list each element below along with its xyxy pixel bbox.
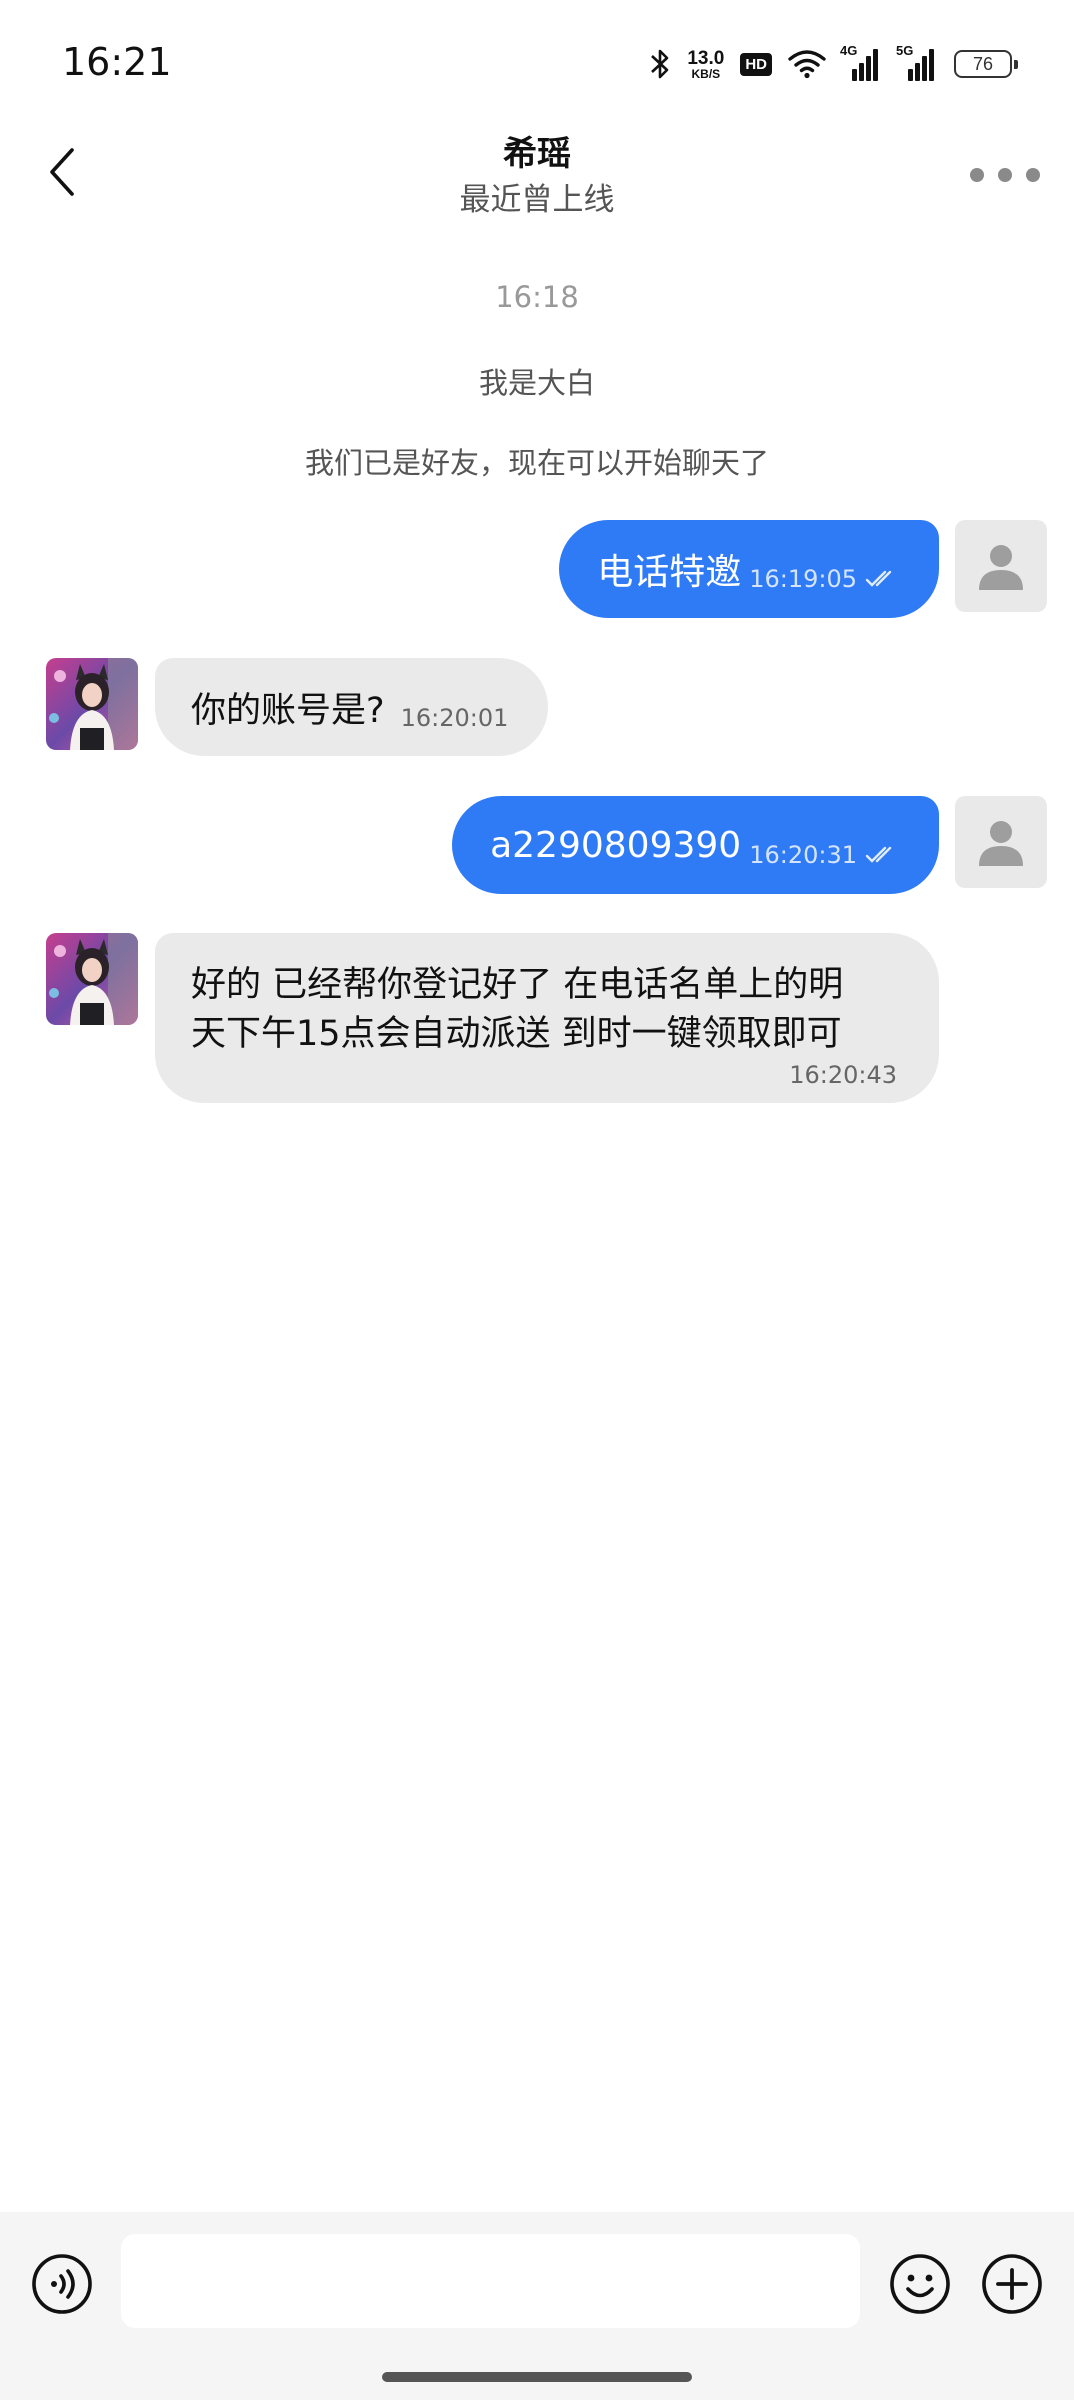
- message-input[interactable]: [121, 2234, 860, 2328]
- network-speed-unit: KB/S: [691, 66, 721, 81]
- network-speed: 13.0 KB/S: [687, 49, 724, 80]
- message-row-outgoing: 电话特邀 16:19:05: [0, 520, 1074, 620]
- more-options-button[interactable]: [970, 150, 1040, 200]
- message-bubble-incoming[interactable]: 好的 已经帮你登记好了 在电话名单上的明 天下午15点会自动派送 到时一键领取即…: [155, 933, 939, 1103]
- message-meta: 16:19:05: [749, 565, 899, 593]
- avatar-self[interactable]: [955, 520, 1047, 612]
- voice-icon: [32, 2254, 92, 2314]
- message-row-incoming: 好的 已经帮你登记好了 在电话名单上的明 天下午15点会自动派送 到时一键领取即…: [0, 933, 1074, 1108]
- emoji-button[interactable]: [888, 2252, 952, 2316]
- message-time: 16:19:05: [749, 565, 857, 593]
- message-meta: 16:20:31: [749, 841, 899, 869]
- wifi-icon: [788, 50, 826, 79]
- bluetooth-icon: [651, 49, 669, 79]
- message-time: 16:20:43: [789, 1061, 897, 1089]
- message-list[interactable]: 16:18 我是大白 我们已是好友，现在可以开始聊天了 电话特邀 16:19:0…: [0, 230, 1074, 2210]
- voice-input-button[interactable]: [30, 2252, 94, 2316]
- more-actions-button[interactable]: [980, 2252, 1044, 2316]
- message-text-line: 天下午15点会自动派送 到时一键领取即可: [191, 1014, 842, 1054]
- avatar-contact[interactable]: [46, 658, 138, 750]
- battery-level: 76: [972, 53, 994, 74]
- message-row-outgoing: a2290809390 16:20:31: [0, 796, 1074, 896]
- message-row-incoming: 你的账号是? 16:20:01: [0, 658, 1074, 758]
- more-dot-icon: [998, 168, 1012, 182]
- double-check-icon: [865, 570, 892, 587]
- contact-status: 最近曾上线: [459, 182, 615, 218]
- plus-icon: [982, 2254, 1042, 2314]
- signal-5g-label: 5G: [896, 43, 914, 58]
- user-placeholder-icon: [979, 545, 1023, 590]
- message-text: a2290809390: [490, 824, 742, 866]
- home-indicator[interactable]: [382, 2372, 692, 2382]
- message-bubble-incoming[interactable]: 你的账号是? 16:20:01: [155, 658, 549, 756]
- message-input-bar: [0, 2212, 1074, 2400]
- system-message: 我们已是好友，现在可以开始聊天了: [304, 446, 769, 480]
- cellular-signal-4g-icon: 4G: [840, 43, 882, 81]
- network-speed-value: 13.0: [687, 47, 725, 69]
- message-text: 电话特邀: [597, 552, 742, 593]
- battery-icon: 76: [954, 50, 1018, 78]
- avatar-self[interactable]: [955, 796, 1047, 888]
- message-bubble-outgoing[interactable]: a2290809390 16:20:31: [452, 796, 939, 894]
- double-check-icon: [865, 846, 892, 863]
- avatar-contact[interactable]: [46, 933, 138, 1025]
- emoji-icon: [890, 2254, 950, 2314]
- chat-timestamp: 16:18: [495, 280, 579, 314]
- message-text: 你的账号是?: [191, 690, 385, 731]
- more-dot-icon: [970, 168, 984, 182]
- message-text-line: 好的 已经帮你登记好了 在电话名单上的明: [191, 965, 844, 1005]
- contact-name: 希瑶: [503, 134, 571, 174]
- signal-4g-label: 4G: [840, 43, 858, 58]
- user-placeholder-icon: [979, 821, 1023, 866]
- message-time: 16:20:31: [749, 841, 857, 869]
- cellular-signal-5g-icon: 5G: [896, 43, 938, 81]
- hd-voice-badge: HD: [740, 52, 772, 76]
- contact-photo: [46, 658, 138, 750]
- contact-photo: [46, 933, 138, 1025]
- status-bar: 16:21 13.0 KB/S HD 4G 5G 76: [0, 0, 1074, 120]
- chat-header: 希瑶 最近曾上线: [0, 120, 1074, 230]
- system-message: 我是大白: [478, 366, 595, 400]
- message-bubble-outgoing[interactable]: 电话特邀 16:19:05: [559, 520, 939, 618]
- more-dot-icon: [1026, 168, 1040, 182]
- status-time: 16:21: [62, 40, 172, 84]
- message-time: 16:20:01: [400, 704, 509, 732]
- status-icons: 13.0 KB/S HD 4G 5G 76: [649, 43, 1018, 84]
